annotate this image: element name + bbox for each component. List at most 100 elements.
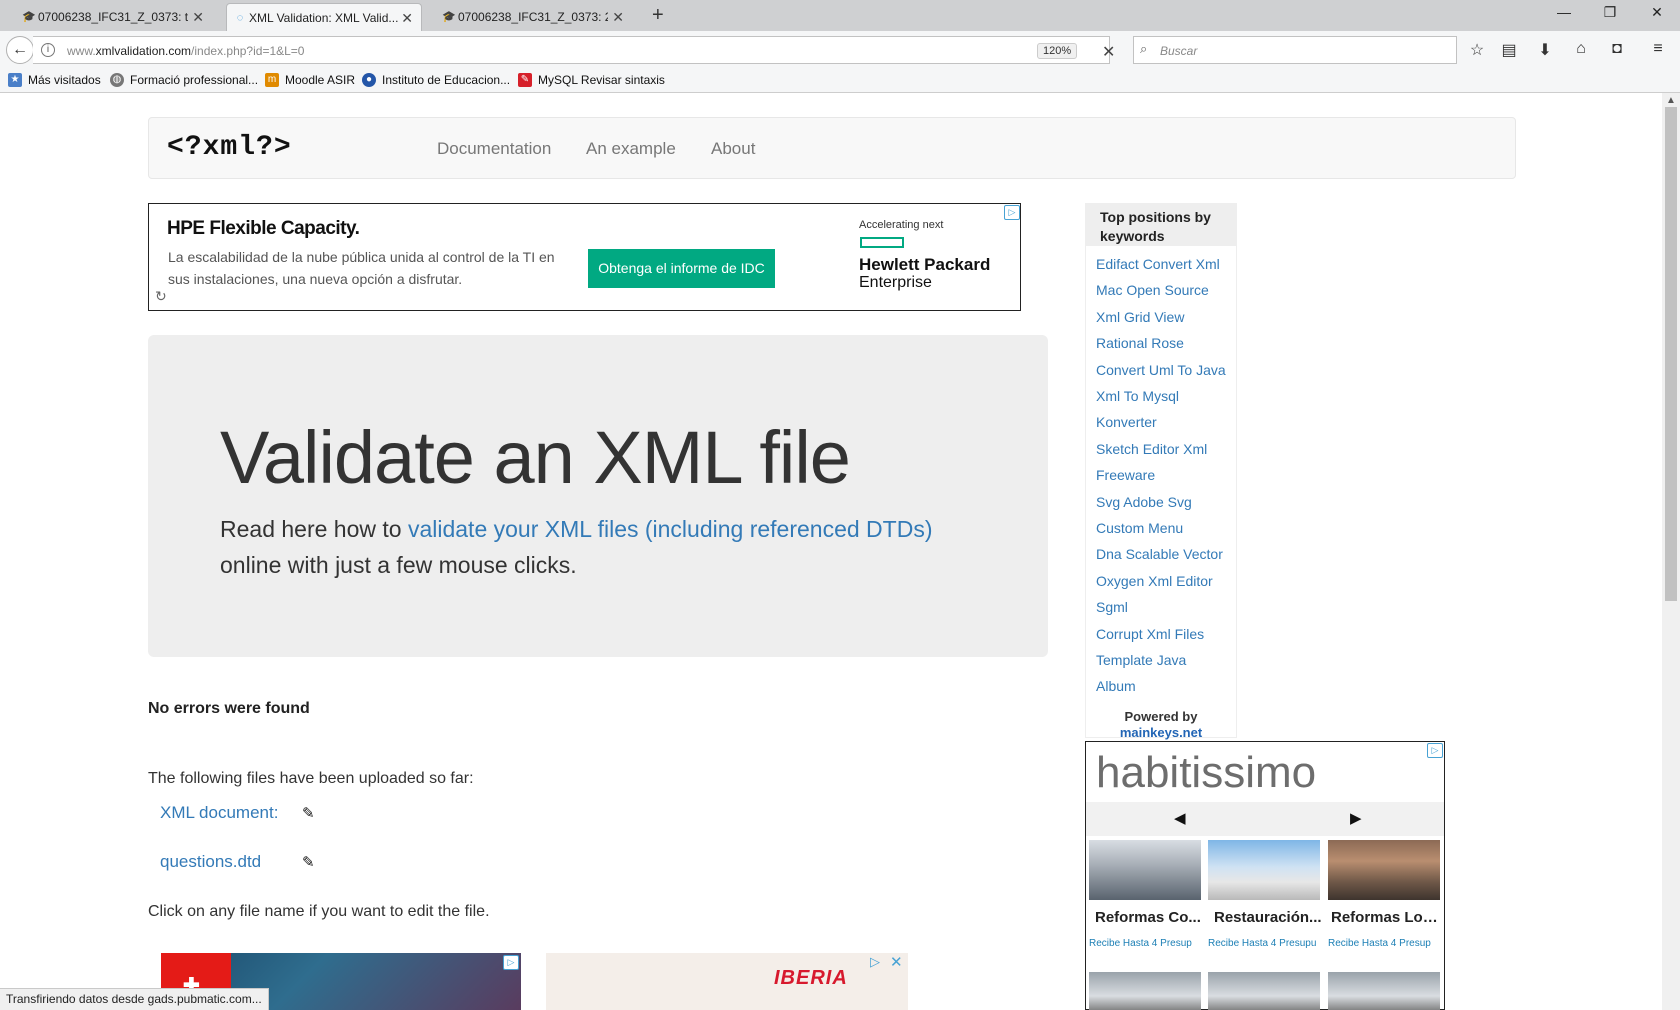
carousel-next-icon[interactable]: ▶ xyxy=(1350,809,1362,827)
tab-title: 07006238_IFC31_Z_0373: 2.... xyxy=(458,10,608,24)
card-image[interactable] xyxy=(1208,972,1320,1010)
minimize-icon[interactable]: — xyxy=(1554,4,1574,20)
card-image[interactable] xyxy=(1328,972,1440,1010)
keyword-link[interactable]: Album xyxy=(1096,678,1136,694)
restore-icon[interactable]: ❐ xyxy=(1600,4,1620,21)
carousel-prev-icon[interactable]: ◀ xyxy=(1174,809,1186,827)
nav-documentation[interactable]: Documentation xyxy=(437,139,551,159)
zoom-indicator[interactable]: 120% xyxy=(1037,43,1078,59)
keyword-link[interactable]: Rational Rose xyxy=(1096,335,1184,351)
keyword-link[interactable]: Convert Uml To Java xyxy=(1096,362,1226,378)
card-title[interactable]: Reformas Co... xyxy=(1095,909,1207,926)
mainkeys-link[interactable]: mainkeys.net xyxy=(1086,725,1236,741)
school-icon: ● xyxy=(362,73,376,87)
ad-brand-line2: Enterprise xyxy=(859,274,932,291)
scroll-thumb[interactable] xyxy=(1665,107,1677,601)
reload-icon[interactable]: ↻ xyxy=(155,288,167,305)
pocket-icon[interactable]: ◘ xyxy=(1606,40,1628,58)
uploaded-intro: The following files have been uploaded s… xyxy=(148,770,474,787)
back-button[interactable]: ← xyxy=(6,36,34,64)
keyword-link[interactable]: Mac Open Source xyxy=(1096,282,1209,298)
adchoices-icon[interactable]: ▷ xyxy=(503,955,519,970)
site-logo[interactable]: <?xml?> xyxy=(167,132,292,163)
validate-guide-link[interactable]: validate your XML files (including refer… xyxy=(408,516,933,542)
nav-about[interactable]: About xyxy=(711,139,755,159)
keyword-link[interactable]: Xml Grid View xyxy=(1096,309,1184,325)
keyword-link[interactable]: Custom Menu xyxy=(1096,520,1183,536)
reading-list-icon[interactable]: ▤ xyxy=(1498,40,1520,60)
close-ad-icon[interactable]: ✕ xyxy=(890,953,903,971)
tab-moodle-2[interactable]: 🎓 07006238_IFC31_Z_0373: 2.... ✕ xyxy=(436,3,632,31)
bookmark-formacio[interactable]: ◍ Formació professional... xyxy=(110,73,258,87)
mysql-icon: ✎ xyxy=(518,73,532,87)
scroll-up-icon[interactable]: ▲ xyxy=(1666,95,1676,106)
ad-cta-button[interactable]: Obtenga el informe de IDC xyxy=(588,249,775,288)
carousel-nav: ◀ ▶ xyxy=(1086,802,1444,836)
navigation-toolbar: ← i www.xmlvalidation.com/index.php?id=1… xyxy=(0,31,1680,69)
vertical-scrollbar[interactable]: ▲ xyxy=(1662,93,1680,1010)
loading-icon: ◌ xyxy=(236,12,244,24)
keyword-link[interactable]: Xml To Mysql xyxy=(1096,388,1179,404)
adchoices-icon[interactable]: ▷ xyxy=(1004,205,1020,220)
xml-document-link[interactable]: XML document: xyxy=(160,803,278,823)
keyword-link[interactable]: Oxygen Xml Editor xyxy=(1096,573,1213,589)
habitissimo-logo: habitissimo xyxy=(1096,748,1317,797)
edit-pencil-icon[interactable]: ✎ xyxy=(302,804,315,822)
tab-strip: 🎓 07006238_IFC31_Z_0373: ti... ✕ ◌ XML V… xyxy=(0,0,1680,31)
keyword-link[interactable]: Konverter xyxy=(1096,414,1157,430)
keyword-link[interactable]: Dna Scalable Vector xyxy=(1096,546,1223,562)
tab-xml-validation[interactable]: ◌ XML Validation: XML Valid... ✕ xyxy=(226,3,422,31)
most-visited-icon: ★ xyxy=(8,73,22,87)
card-title[interactable]: Restauración... xyxy=(1214,909,1326,926)
card-image[interactable] xyxy=(1089,972,1201,1010)
card-subtitle: Recibe Hasta 4 Presupu xyxy=(1208,938,1317,949)
card-image[interactable] xyxy=(1328,840,1440,900)
bookmark-star-icon[interactable]: ☆ xyxy=(1466,40,1488,60)
card-image[interactable] xyxy=(1089,840,1201,900)
home-icon[interactable]: ⌂ xyxy=(1570,40,1592,58)
search-input[interactable]: ⌕ Buscar xyxy=(1133,36,1457,64)
bookmark-mysql[interactable]: ✎ MySQL Revisar sintaxis xyxy=(518,73,665,87)
keyword-link[interactable]: Svg Adobe Svg xyxy=(1096,494,1192,510)
keyword-link[interactable]: Sketch Editor Xml xyxy=(1096,441,1207,457)
keywords-heading: Top positions by keywords xyxy=(1086,204,1236,246)
download-icon[interactable]: ⬇ xyxy=(1534,40,1556,60)
keyword-link[interactable]: Freeware xyxy=(1096,467,1155,483)
dtd-file-link[interactable]: questions.dtd xyxy=(160,852,261,872)
hero-text: Read here how to validate your XML files… xyxy=(220,516,933,578)
stop-icon[interactable]: ✕ xyxy=(1102,42,1115,62)
adchoices-icon[interactable]: ▷ xyxy=(870,954,880,970)
bookmark-moodle[interactable]: m Moodle ASIR xyxy=(265,73,355,87)
search-icon: ⌕ xyxy=(1140,41,1148,56)
powered-by: Powered by mainkeys.net xyxy=(1086,709,1236,741)
menu-icon[interactable]: ≡ xyxy=(1647,40,1669,58)
habitissimo-ad[interactable]: habitissimo ▷ ◀ ▶ Reformas Co... Restaur… xyxy=(1085,741,1445,1010)
close-window-icon[interactable]: ✕ xyxy=(1647,4,1667,21)
card-subtitle: Recibe Hasta 4 Presup xyxy=(1328,938,1431,949)
validation-result: No errors were found xyxy=(148,700,310,717)
keyword-link[interactable]: Edifact Convert Xml xyxy=(1096,256,1220,272)
status-bar: Transfiriendo datos desde gads.pubmatic.… xyxy=(0,988,269,1010)
ad-brand-line1: Hewlett Packard xyxy=(859,255,991,274)
close-tab-icon[interactable]: ✕ xyxy=(401,10,413,27)
adchoices-icon[interactable]: ▷ xyxy=(1427,743,1443,758)
url-bar[interactable]: i www.xmlvalidation.com/index.php?id=1&L… xyxy=(33,36,1110,64)
keyword-link[interactable]: Corrupt Xml Files xyxy=(1096,626,1204,642)
bookmark-most-visited[interactable]: ★ Más visitados xyxy=(8,73,101,87)
close-tab-icon[interactable]: ✕ xyxy=(612,9,624,26)
edit-pencil-icon[interactable]: ✎ xyxy=(302,853,315,871)
card-title[interactable]: Reformas Loc... xyxy=(1331,909,1443,926)
tab-title: 07006238_IFC31_Z_0373: ti... xyxy=(38,10,188,24)
hpe-logo-icon xyxy=(860,237,904,248)
hpe-ad-banner[interactable]: HPE Flexible Capacity. La escalabilidad … xyxy=(148,203,1021,311)
keyword-link[interactable]: Template Java xyxy=(1096,652,1186,668)
tab-moodle-1[interactable]: 🎓 07006238_IFC31_Z_0373: ti... ✕ xyxy=(16,3,212,31)
keyword-link[interactable]: Sgml xyxy=(1096,599,1128,615)
info-icon[interactable]: i xyxy=(41,43,55,57)
bookmark-instituto[interactable]: ● Instituto de Educacion... xyxy=(362,73,510,87)
nav-example[interactable]: An example xyxy=(586,139,676,159)
bottom-ad-iberia[interactable]: IBERIA ▷ ✕ xyxy=(546,953,908,1010)
card-image[interactable] xyxy=(1208,840,1320,900)
new-tab-icon[interactable]: + xyxy=(652,4,664,27)
close-tab-icon[interactable]: ✕ xyxy=(192,9,204,26)
